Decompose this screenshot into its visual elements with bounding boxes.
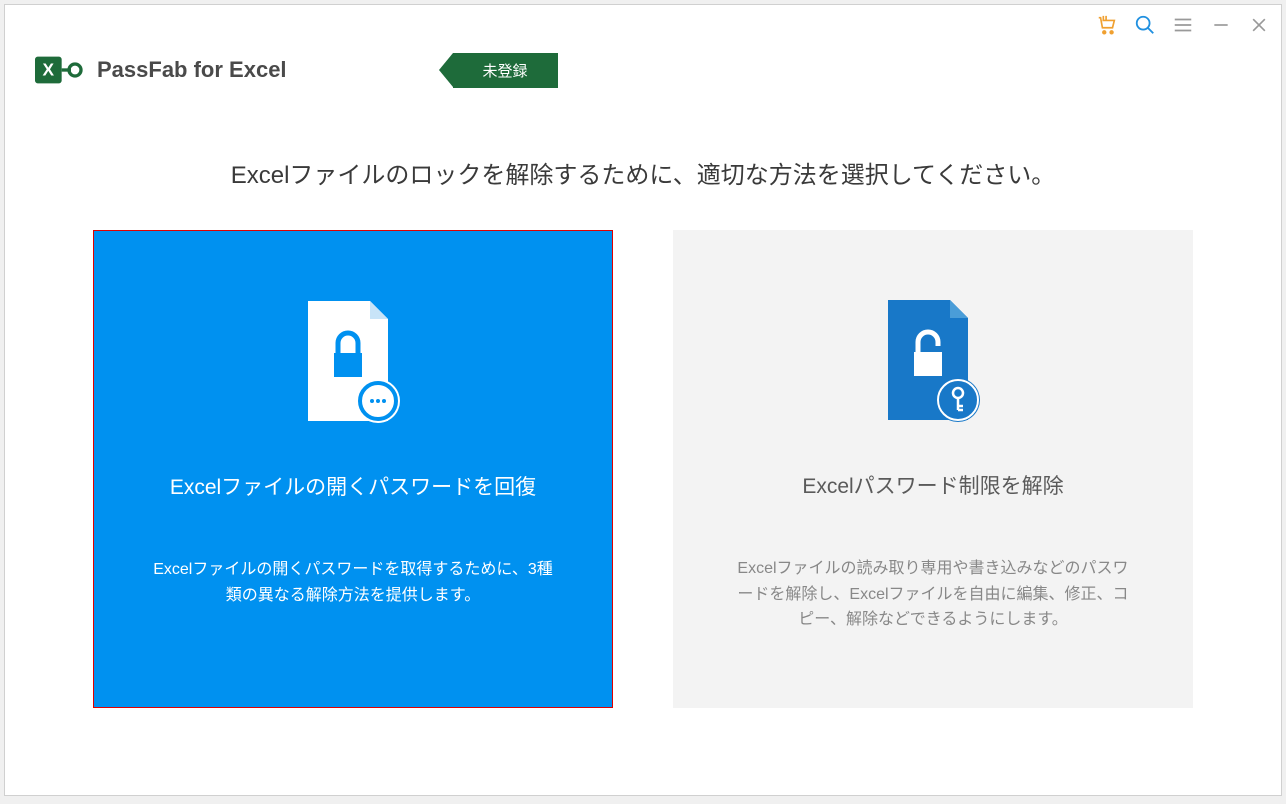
status-badge[interactable]: 未登録 [453, 53, 558, 88]
card-description: Excelファイルの開くパスワードを取得するために、3種類の異なる解除方法を提供… [134, 557, 572, 608]
status-badge-wrap: 未登録 [453, 53, 558, 88]
remove-restriction-card[interactable]: Excelパスワード制限を解除 Excelファイルの読み取り専用や書き込みなどの… [673, 230, 1193, 708]
minimize-icon[interactable] [1209, 13, 1233, 37]
card-title: Excelパスワード制限を解除 [802, 470, 1063, 500]
search-icon[interactable] [1133, 13, 1157, 37]
cart-icon[interactable] [1095, 13, 1119, 37]
card-description: Excelファイルの読み取り専用や書き込みなどのパスワードを解除し、Excelフ… [713, 556, 1153, 633]
titlebar-controls [1095, 13, 1271, 37]
logo-block: X PassFab for Excel [35, 46, 287, 94]
main-heading: Excelファイルのロックを解除するために、適切な方法を選択してください。 [5, 155, 1281, 190]
header: X PassFab for Excel 未登録 [5, 29, 588, 101]
close-icon[interactable] [1247, 13, 1271, 37]
document-lock-search-icon [293, 301, 413, 431]
svg-text:X: X [43, 59, 55, 79]
document-unlock-key-icon [873, 300, 993, 430]
app-window: X PassFab for Excel 未登録 Excelファイルのロックを解除… [4, 4, 1282, 796]
menu-icon[interactable] [1171, 13, 1195, 37]
recover-password-card[interactable]: Excelファイルの開くパスワードを回復 Excelファイルの開くパスワードを取… [93, 230, 613, 708]
main-content: Excelファイルのロックを解除するために、適切な方法を選択してください。 [5, 45, 1281, 708]
card-title: Excelファイルの開くパスワードを回復 [170, 471, 536, 501]
option-cards: Excelファイルの開くパスワードを回復 Excelファイルの開くパスワードを取… [5, 230, 1281, 708]
logo-icon: X [35, 46, 83, 94]
app-title: PassFab for Excel [97, 57, 287, 83]
